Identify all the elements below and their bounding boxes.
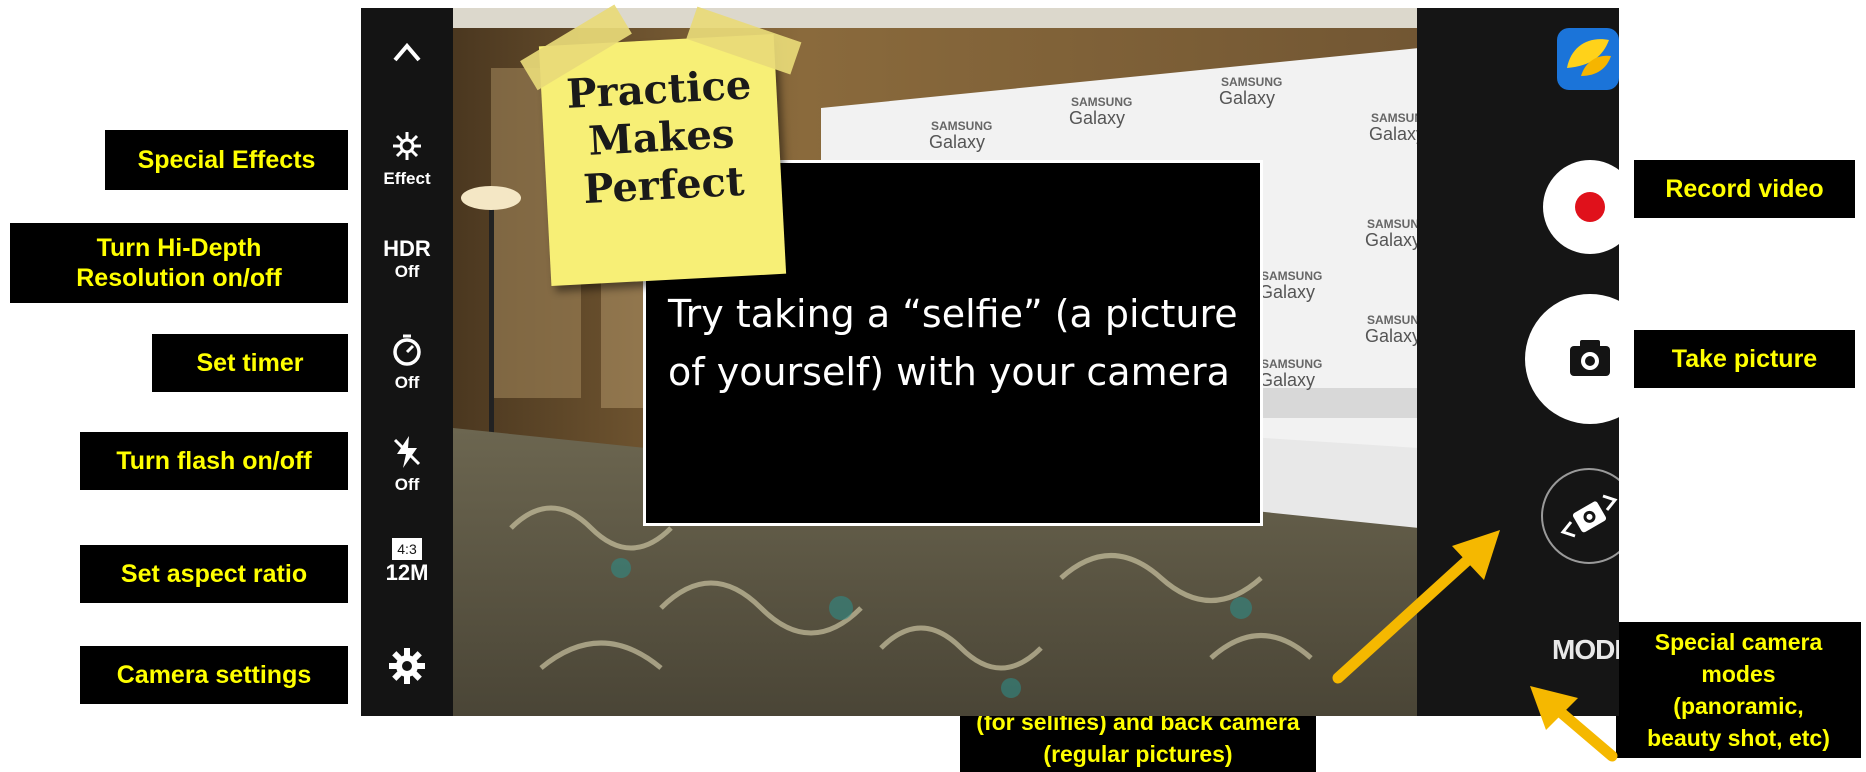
record-icon bbox=[1575, 192, 1605, 222]
brand-text: Galaxy bbox=[1259, 370, 1315, 390]
flash-button[interactable]: Off bbox=[361, 434, 453, 495]
flash-off-icon bbox=[393, 436, 421, 468]
flash-value: Off bbox=[394, 475, 420, 494]
resolution-value: 12M bbox=[385, 560, 429, 585]
switch-camera-icon bbox=[1560, 494, 1618, 538]
sparkle-icon bbox=[393, 132, 421, 160]
brand-text: Galaxy bbox=[1069, 108, 1125, 128]
sticky-note: Practice Makes Perfect bbox=[520, 4, 802, 286]
gallery-thumbnail-button[interactable] bbox=[1557, 28, 1619, 90]
aspect-ratio-badge: 4:3 bbox=[392, 538, 422, 560]
brand-text: SAMSUNG bbox=[1221, 75, 1282, 89]
brand-text: Galaxy bbox=[1365, 230, 1421, 250]
instruction-text: Try taking a “selfie” (a picture of your… bbox=[668, 292, 1238, 394]
mode-button[interactable]: MODE bbox=[1537, 634, 1619, 666]
brand-text: Galaxy bbox=[1365, 326, 1421, 346]
gallery-thumbnail-icon bbox=[1567, 39, 1611, 76]
take-picture-button[interactable] bbox=[1525, 294, 1619, 424]
label-aspect-ratio: Set aspect ratio bbox=[80, 545, 348, 603]
gear-icon bbox=[389, 648, 425, 684]
sticky-note-text: Practice Makes Perfect bbox=[565, 61, 753, 214]
collapse-toolbar-button[interactable] bbox=[361, 36, 453, 71]
camera-right-toolbar: MODE bbox=[1417, 8, 1619, 716]
settings-button[interactable] bbox=[361, 646, 453, 691]
chevron-up-icon bbox=[393, 42, 421, 62]
camera-icon bbox=[1570, 340, 1610, 376]
label-special-effects: Special Effects bbox=[105, 130, 348, 190]
brand-text: Galaxy bbox=[1259, 282, 1315, 302]
label-set-timer: Set timer bbox=[152, 334, 348, 392]
switch-camera-button[interactable] bbox=[1541, 468, 1619, 564]
brand-text: SAMSUNG bbox=[931, 119, 992, 133]
timer-button[interactable]: Off bbox=[361, 332, 453, 393]
aspect-ratio-button[interactable]: 4:3 12M bbox=[361, 538, 453, 586]
brand-text: Galaxy bbox=[1219, 88, 1275, 108]
record-video-button[interactable] bbox=[1543, 160, 1619, 254]
camera-left-toolbar: Effect HDR Off Off Off 4:3 12M bbox=[361, 8, 453, 716]
hdr-button[interactable]: HDR Off bbox=[361, 236, 453, 282]
label-record-video: Record video bbox=[1634, 160, 1855, 218]
hdr-value: Off bbox=[394, 262, 420, 281]
label-hi-depth: Turn Hi-Depth Resolution on/off bbox=[10, 223, 348, 303]
brand-text: SAMSUNG bbox=[1071, 95, 1132, 109]
effect-button[interactable]: Effect bbox=[361, 128, 453, 189]
timer-value: Off bbox=[394, 373, 420, 392]
label-take-picture: Take picture bbox=[1634, 330, 1855, 388]
brand-text: SAMSUNG bbox=[1261, 269, 1322, 283]
effect-label: Effect bbox=[383, 169, 431, 188]
hdr-label: HDR bbox=[383, 236, 431, 261]
label-camera-settings: Camera settings bbox=[80, 646, 348, 704]
label-camera-modes: Special camera modes (panoramic, beauty … bbox=[1616, 622, 1861, 758]
brand-text: Galaxy bbox=[929, 132, 985, 152]
label-flash: Turn flash on/off bbox=[80, 432, 348, 490]
timer-icon bbox=[393, 334, 421, 366]
brand-text: SAMSUNG bbox=[1261, 357, 1322, 371]
